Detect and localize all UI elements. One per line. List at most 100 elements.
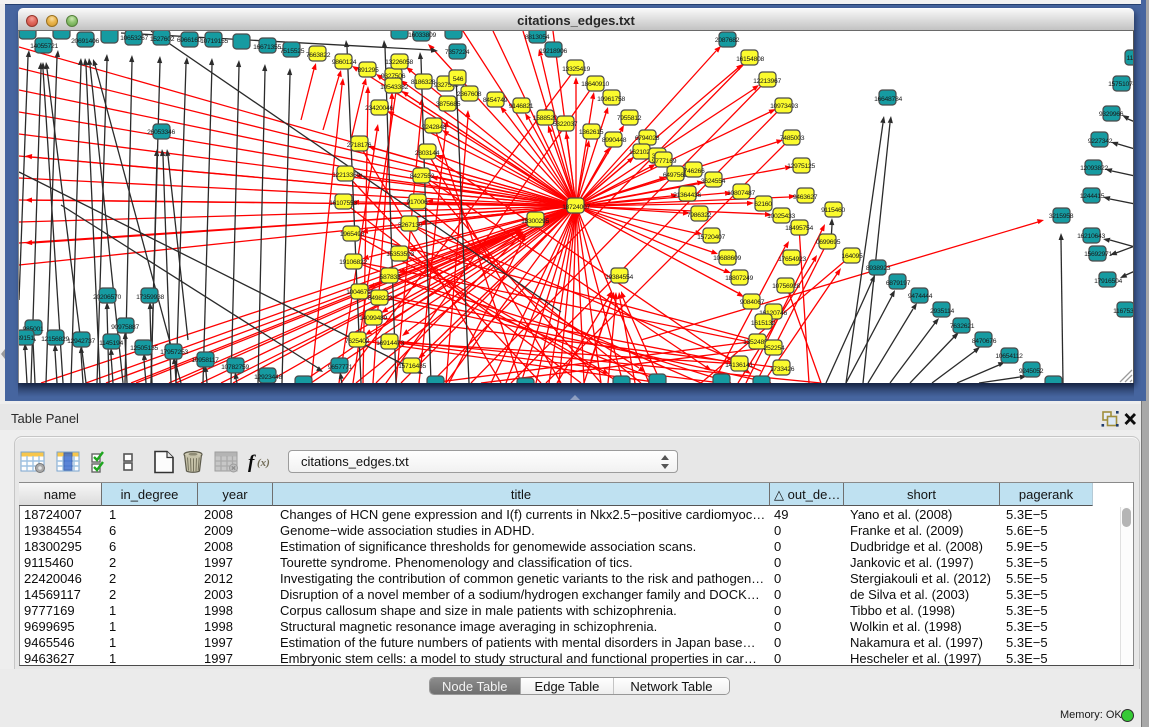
svg-text:2935114: 2935114: [930, 308, 954, 315]
svg-text:8938923: 8938923: [866, 265, 891, 272]
svg-text:15751074: 15751074: [1108, 81, 1134, 88]
svg-text:1615132: 1615132: [751, 320, 776, 327]
svg-text:15353593: 15353593: [386, 251, 414, 258]
svg-text:7485003: 7485003: [780, 135, 805, 142]
svg-text:8990448: 8990448: [602, 137, 627, 144]
svg-text:12156829: 12156829: [41, 336, 69, 343]
svg-text:10961758: 10961758: [597, 96, 625, 103]
svg-text:3875685: 3875685: [436, 101, 461, 108]
svg-text:587833: 587833: [380, 274, 401, 281]
svg-text:20206570: 20206570: [93, 294, 121, 301]
svg-text:9146821: 9146821: [509, 103, 534, 110]
svg-text:18807249: 18807249: [725, 275, 753, 282]
svg-text:10756928: 10756928: [772, 283, 800, 290]
svg-text:20691406: 20691406: [71, 38, 99, 45]
svg-text:16648784: 16648784: [874, 96, 902, 103]
svg-text:3624554: 3624554: [701, 178, 726, 185]
svg-text:7515525: 7515525: [280, 48, 305, 55]
svg-text:39151: 39151: [19, 335, 34, 342]
svg-text:8454749: 8454749: [483, 97, 508, 104]
svg-text:8813054: 8813054: [525, 34, 550, 41]
svg-text:14099489: 14099489: [359, 315, 387, 322]
svg-text:3267130: 3267130: [398, 222, 423, 229]
svg-text:17359938: 17359938: [136, 294, 164, 301]
svg-text:18724007: 18724007: [562, 204, 590, 211]
svg-text:917006: 917006: [407, 199, 428, 206]
svg-text:9657771: 9657771: [328, 364, 353, 371]
svg-text:10973493: 10973493: [770, 103, 798, 110]
svg-text:17957253: 17957253: [160, 349, 188, 356]
svg-text:23420046: 23420046: [365, 105, 393, 112]
svg-text:8427552: 8427552: [410, 173, 435, 180]
svg-text:2087682: 2087682: [715, 37, 740, 44]
svg-text:7625402: 7625402: [345, 338, 370, 345]
svg-text:7986322: 7986322: [687, 212, 712, 219]
svg-text:10654112: 10654112: [995, 353, 1023, 360]
svg-text:12213369: 12213369: [332, 172, 360, 179]
svg-text:5322037: 5322037: [553, 121, 578, 128]
svg-text:90975887: 90975887: [111, 324, 139, 331]
svg-text:9777169: 9777169: [652, 158, 677, 165]
svg-text:16154808: 16154808: [736, 56, 764, 63]
svg-text:13325419: 13325419: [562, 66, 590, 73]
svg-text:8186328: 8186328: [411, 79, 436, 86]
svg-text:9860124: 9860124: [332, 59, 357, 66]
svg-text:16107553: 16107553: [329, 200, 357, 207]
svg-text:7663822: 7663822: [306, 52, 331, 59]
svg-text:6794028: 6794028: [635, 135, 660, 142]
svg-text:1362615: 1362615: [579, 129, 604, 136]
svg-text:546: 546: [453, 76, 464, 83]
svg-text:1167533: 1167533: [1113, 308, 1134, 315]
svg-text:164095: 164095: [842, 253, 863, 260]
svg-text:10782759: 10782759: [221, 364, 249, 371]
svg-text:12942737: 12942737: [67, 338, 95, 345]
svg-text:19384554: 19384554: [605, 274, 633, 281]
svg-text:746266: 746266: [684, 168, 705, 175]
svg-text:12505135: 12505135: [130, 345, 158, 352]
svg-text:8470676: 8470676: [972, 338, 997, 345]
svg-text:10958117: 10958117: [191, 357, 219, 364]
svg-text:2718176: 2718176: [347, 142, 372, 149]
svg-text:12923448: 12923448: [254, 374, 282, 381]
svg-text:18640910: 18640910: [581, 81, 609, 88]
svg-text:9474444: 9474444: [908, 293, 933, 300]
svg-text:1733426: 1733426: [770, 366, 795, 373]
svg-text:2367608: 2367608: [457, 91, 482, 98]
svg-text:17654923: 17654923: [778, 256, 806, 263]
svg-text:15692971: 15692971: [1084, 251, 1112, 258]
svg-text:10025433: 10025433: [767, 213, 795, 220]
svg-text:7357224: 7357224: [445, 49, 470, 56]
svg-text:14136141: 14136141: [725, 362, 753, 369]
svg-text:18495754: 18495754: [785, 225, 813, 232]
svg-text:8498222: 8498222: [368, 295, 393, 302]
svg-text:1244415: 1244415: [1080, 193, 1105, 200]
svg-text:10543382: 10543382: [380, 84, 408, 91]
svg-text:10719155: 10719155: [200, 38, 228, 45]
svg-text:6879197: 6879197: [886, 280, 911, 287]
svg-text:(x): (x): [257, 457, 270, 469]
svg-text:9245052: 9245052: [1019, 368, 1044, 375]
svg-text:1112: 1112: [1127, 55, 1134, 62]
svg-text:18300295: 18300295: [521, 218, 549, 225]
svg-text:891295: 891295: [358, 67, 379, 74]
svg-text:16914473: 16914473: [376, 340, 404, 347]
svg-text:15716485: 15716485: [398, 363, 426, 370]
svg-text:10653267: 10653267: [120, 35, 148, 42]
svg-text:7632621: 7632621: [950, 323, 975, 330]
svg-text:16033809: 16033809: [408, 32, 436, 39]
svg-text:0699695: 0699695: [816, 239, 841, 246]
svg-text:3215958: 3215958: [1049, 213, 1074, 220]
svg-text:21364436: 21364436: [673, 192, 701, 199]
svg-text:62160: 62160: [754, 201, 772, 208]
svg-text:15720407: 15720407: [697, 234, 725, 241]
svg-text:9115460: 9115460: [821, 207, 845, 214]
svg-text:9227342: 9227342: [1088, 138, 1113, 145]
svg-text:9084067: 9084067: [740, 299, 765, 306]
svg-text:2803144: 2803144: [415, 150, 440, 157]
svg-text:12213967: 12213967: [753, 78, 781, 85]
svg-text:17916504: 17916504: [1094, 278, 1122, 285]
svg-text:12975125: 12975125: [787, 163, 815, 170]
svg-text:9329966: 9329966: [1099, 111, 1124, 118]
svg-text:1965493: 1965493: [340, 231, 365, 238]
svg-text:16210643: 16210643: [1077, 233, 1105, 240]
